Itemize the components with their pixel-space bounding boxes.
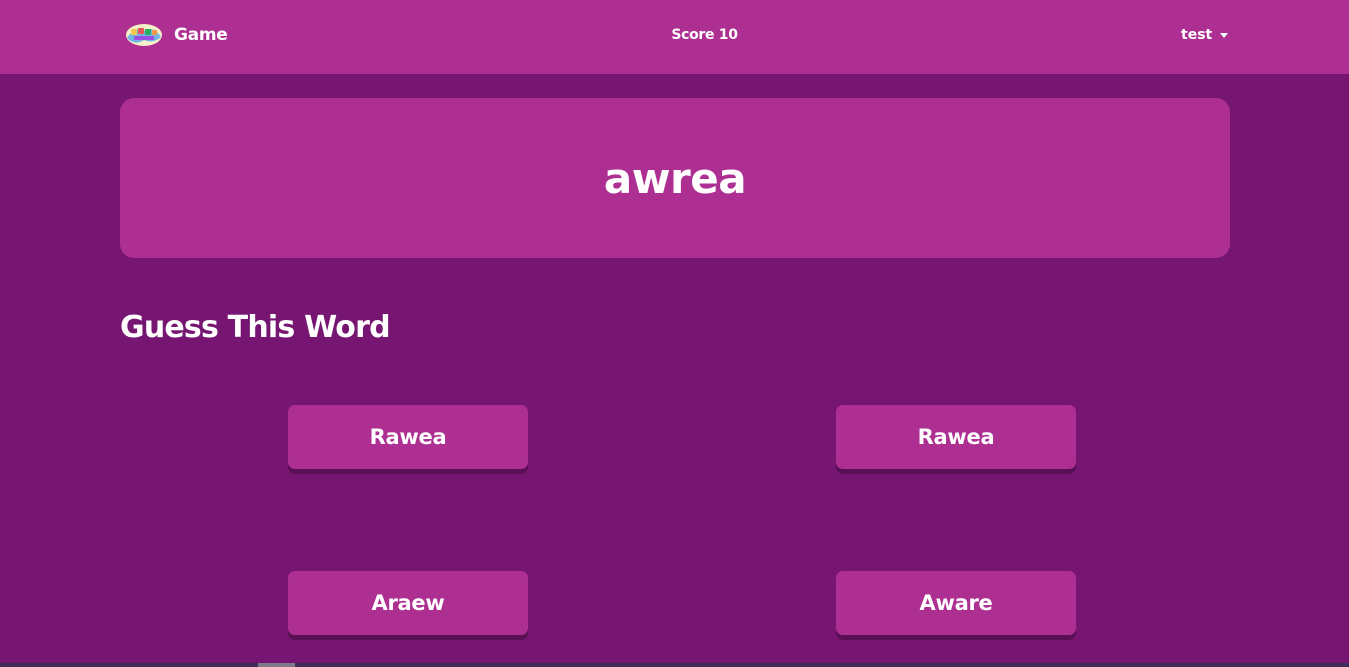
score-display: Score 10 [671, 27, 738, 43]
top-navbar: Game Score 10 test [0, 0, 1349, 74]
answer-option-button[interactable]: Aware [836, 571, 1076, 635]
answer-option-button[interactable]: Araew [288, 571, 528, 635]
horizontal-scrollbar[interactable] [0, 663, 1349, 667]
user-name: test [1181, 27, 1213, 43]
answer-option-button[interactable]: Rawea [288, 405, 528, 469]
caret-down-icon [1220, 33, 1229, 38]
scrambled-word: awrea [603, 153, 747, 203]
answer-option-button[interactable]: Rawea [836, 405, 1076, 469]
scrambled-word-card: awrea [120, 98, 1230, 258]
scrollbar-thumb[interactable] [258, 663, 295, 667]
user-menu-toggle[interactable]: test [1181, 27, 1229, 43]
prompt-heading: Guess This Word [120, 310, 391, 345]
